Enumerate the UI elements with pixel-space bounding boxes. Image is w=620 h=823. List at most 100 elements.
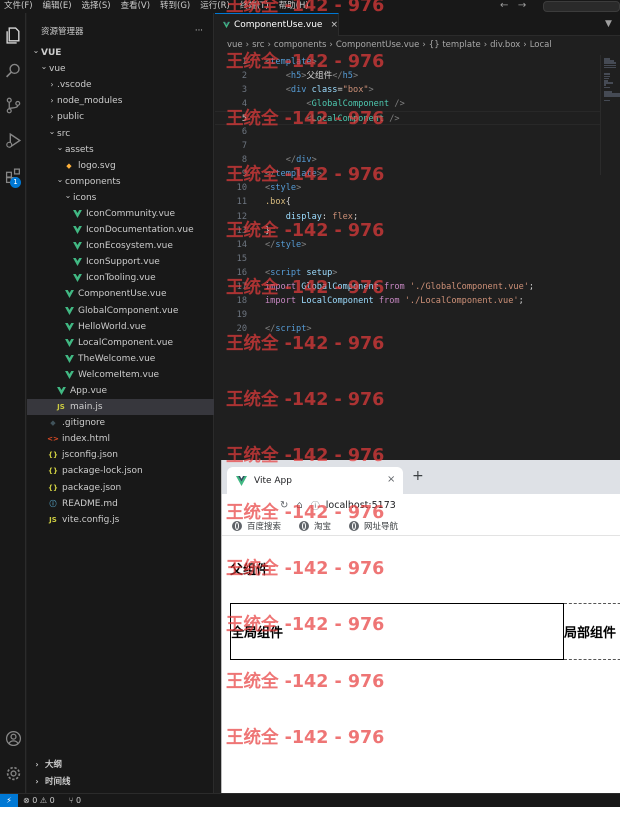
code-line[interactable]: 13} — [215, 224, 600, 238]
ports-indicator[interactable]: ⑂ 0 — [69, 796, 81, 805]
breadcrumb-item[interactable]: ComponentUse.vue — [336, 40, 420, 50]
menu-item-5[interactable]: 运行(R) — [196, 0, 236, 13]
tree-item[interactable]: ⌄ icons — [27, 190, 214, 206]
bookmark-item[interactable]: 百度搜索 — [232, 520, 281, 532]
code-line[interactable]: 19 — [215, 308, 600, 322]
browser-tab-bar: Vite App × + — [222, 460, 620, 494]
outline-section[interactable]: › 大纲 — [27, 758, 214, 772]
menu-item-6[interactable]: 终端(T) — [236, 0, 275, 13]
status-bar: ⚡ ⊗ 0 ⚠ 0 ⑂ 0 — [0, 793, 620, 808]
code-line[interactable]: 15 — [215, 252, 600, 266]
tree-item[interactable]: IconDocumentation.vue — [27, 222, 214, 238]
tree-item[interactable]: {} jsconfig.json — [27, 447, 214, 463]
component-box: 全局组件 局部组件 — [230, 603, 620, 660]
tree-item[interactable]: <> index.html — [27, 431, 214, 447]
code-line[interactable]: 16 <script setup> — [215, 266, 600, 280]
minimap-line — [604, 95, 620, 97]
code-line[interactable]: 6 — [215, 125, 600, 139]
tree-item[interactable]: TheWelcome.vue — [27, 351, 214, 367]
code-editor[interactable]: 1 <template> 2 <h5>父组件</h5> 3 <div class="b… — [215, 55, 600, 336]
breadcrumb-item[interactable]: div.box — [490, 40, 520, 50]
reload-icon[interactable]: ↻ — [280, 500, 288, 511]
code-line[interactable]: 11 .box{ — [215, 195, 600, 209]
breadcrumb-item[interactable]: {} template — [429, 40, 481, 50]
breadcrumb-item[interactable]: components — [274, 40, 327, 50]
source-control-icon[interactable] — [3, 95, 23, 115]
chevron-down-icon: ⌄ — [56, 142, 64, 152]
breadcrumb-item[interactable]: Local — [530, 40, 552, 50]
breadcrumb-item[interactable]: src — [252, 40, 264, 50]
problems-indicator[interactable]: ⊗ 0 ⚠ 0 — [23, 796, 55, 805]
tree-item[interactable]: ◆ .gitignore — [27, 415, 214, 431]
browser-tab-vite-app[interactable]: Vite App × — [227, 467, 403, 494]
code-line[interactable]: 18 import LocalComponent from './LocalCom… — [215, 294, 600, 308]
run-debug-icon[interactable] — [3, 130, 23, 150]
menu-item-2[interactable]: 选择(S) — [78, 0, 117, 13]
account-icon[interactable] — [3, 728, 23, 748]
code-line[interactable]: 12 display: flex; — [215, 210, 600, 224]
tree-item[interactable]: GlobalComponent.vue — [27, 303, 214, 319]
minimap[interactable] — [600, 55, 620, 175]
tree-item[interactable]: JS main.js — [27, 399, 214, 416]
code-line[interactable]: 9 </template> — [215, 167, 600, 181]
tree-item[interactable]: IconTooling.vue — [27, 270, 214, 286]
search-icon[interactable] — [3, 60, 23, 80]
code-line[interactable]: 17 import GlobalComponent from './GlobalC… — [215, 280, 600, 294]
bookmark-item[interactable]: 网址导航 — [349, 520, 398, 532]
code-line[interactable]: 2 <h5>父组件</h5> — [215, 69, 600, 83]
code-line[interactable]: 3 <div class="box"> — [215, 83, 600, 97]
site-info-icon[interactable]: ⓘ — [311, 499, 320, 512]
tree-item[interactable]: HelloWorld.vue — [27, 319, 214, 335]
timeline-section[interactable]: › 时间线 — [27, 775, 214, 789]
tree-item[interactable]: IconEcosystem.vue — [27, 238, 214, 254]
menu-item-0[interactable]: 文件(F) — [0, 0, 39, 13]
code-line[interactable]: 14 </style> — [215, 238, 600, 252]
tree-item[interactable]: App.vue — [27, 383, 214, 399]
code-line[interactable]: 4 <GlobalComponent /> — [215, 97, 600, 111]
tree-item[interactable]: ⌄ components — [27, 174, 214, 190]
explorer-more-button[interactable]: ··· — [195, 26, 203, 36]
gear-icon[interactable] — [3, 763, 23, 783]
home-icon[interactable]: ⌂ — [296, 500, 302, 511]
tree-item[interactable]: ComponentUse.vue — [27, 286, 214, 302]
breadcrumb-item[interactable]: vue — [227, 40, 243, 50]
remote-indicator[interactable]: ⚡ — [0, 793, 18, 808]
tab-componentuse[interactable]: ComponentUse.vue × — [215, 13, 339, 36]
tree-item[interactable]: {} package-lock.json — [27, 463, 214, 479]
second-editor-tab[interactable]: ▼ — [605, 13, 612, 36]
tree-item[interactable]: ⌄ vue — [27, 61, 214, 77]
browser-tab-close-icon[interactable]: × — [387, 474, 395, 485]
chevron-right-icon: › — [35, 777, 39, 786]
code-line[interactable]: 8 </div> — [215, 153, 600, 167]
nav-arrows[interactable]: ← → — [500, 0, 526, 12]
tree-item[interactable]: IconCommunity.vue — [27, 206, 214, 222]
tree-item[interactable]: JS vite.config.js — [27, 512, 214, 528]
explorer-icon[interactable] — [3, 25, 23, 45]
line-number: 2 — [241, 71, 247, 82]
menu-item-4[interactable]: 转到(G) — [156, 0, 196, 13]
tree-item[interactable]: › .vscode — [27, 77, 214, 93]
tree-item[interactable]: LocalComponent.vue — [27, 335, 214, 351]
code-line[interactable]: 5 <LocalComponent /> — [215, 111, 600, 126]
tree-item-label: IconEcosystem.vue — [86, 241, 173, 252]
menu-item-3[interactable]: 查看(V) — [117, 0, 156, 13]
tree-item[interactable]: ⌄ VUE — [27, 45, 214, 61]
tree-item[interactable]: ⌄ assets — [27, 142, 214, 158]
code-line[interactable]: 1 <template> — [215, 55, 600, 69]
code-line[interactable]: 7 — [215, 139, 600, 153]
code-line[interactable]: 20 </script> — [215, 322, 600, 336]
code-line[interactable]: 10 <style> — [215, 181, 600, 195]
tree-item[interactable]: IconSupport.vue — [27, 254, 214, 270]
tab-close-icon[interactable]: × — [330, 20, 338, 30]
command-center[interactable] — [543, 1, 620, 12]
tree-item[interactable]: › node_modules — [27, 93, 214, 109]
menu-item-1[interactable]: 编辑(E) — [39, 0, 78, 13]
url-text[interactable]: localhost:5173 — [326, 500, 396, 511]
new-tab-button[interactable]: + — [412, 468, 424, 484]
menu-item-7[interactable]: 帮助(H) — [275, 0, 315, 13]
tree-item[interactable]: WelcomeItem.vue — [27, 367, 214, 383]
tree-item[interactable]: ⓘ README.md — [27, 496, 214, 512]
bookmark-item[interactable]: 淘宝 — [299, 520, 331, 532]
tree-item[interactable]: {} package.json — [27, 480, 214, 496]
